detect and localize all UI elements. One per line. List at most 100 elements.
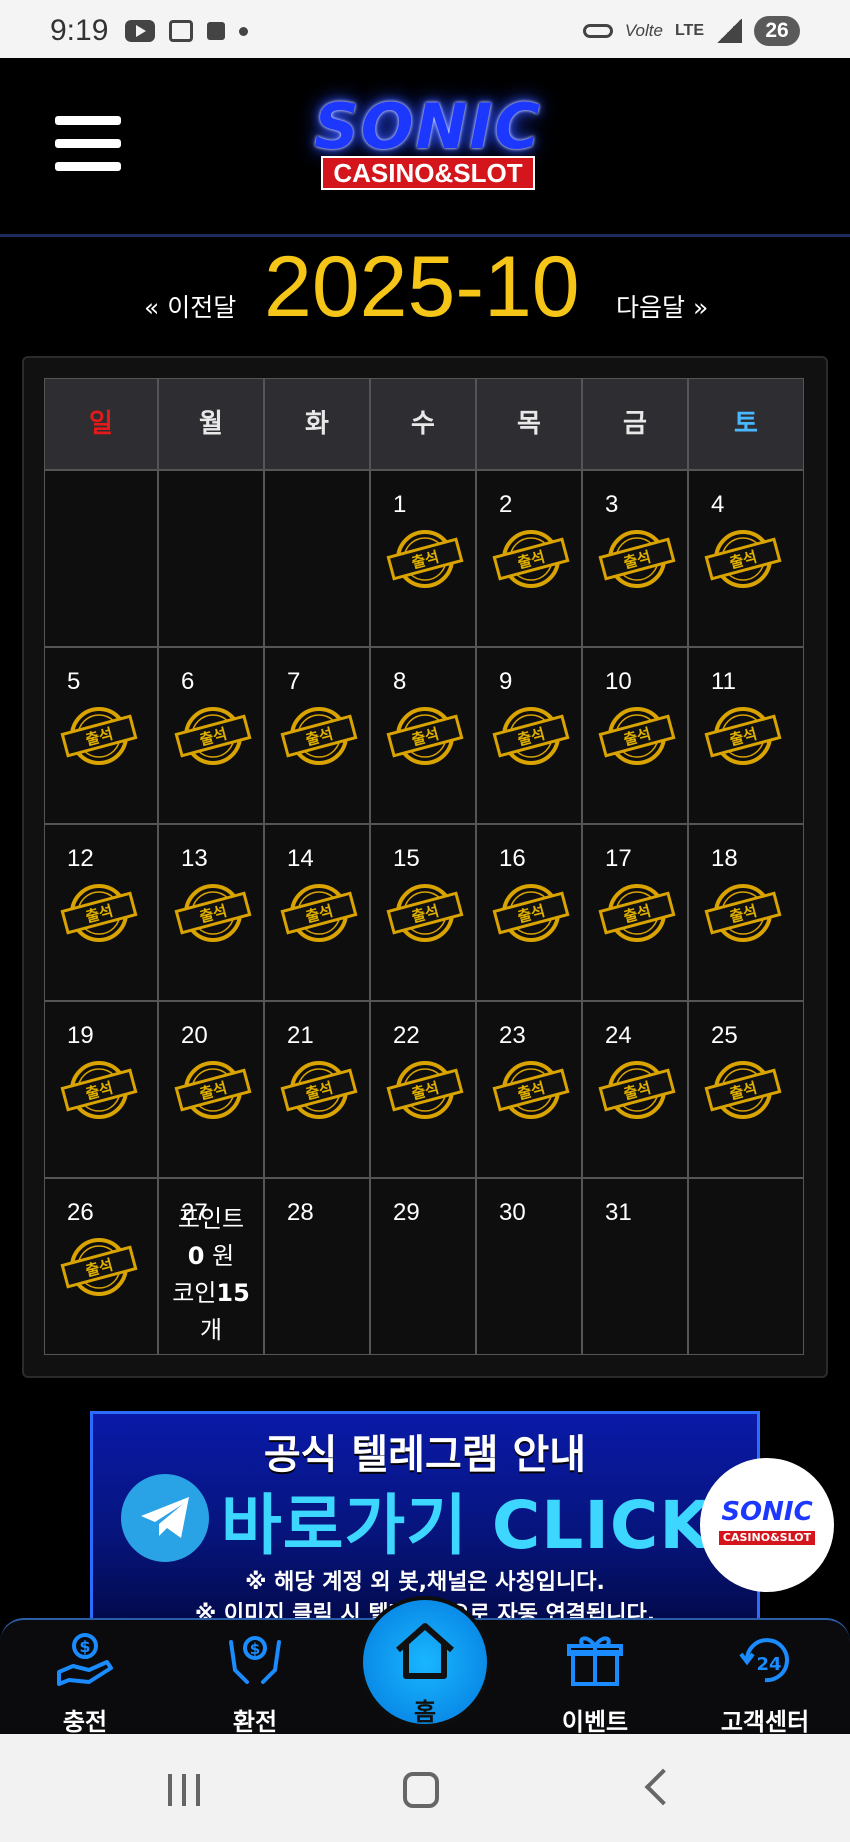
calendar-day-cell: 22 출석 [370, 1001, 476, 1178]
nav-deposit[interactable]: $ 충전 [25, 1632, 145, 1737]
calendar-day-cell: 18 출석 [688, 824, 804, 1001]
deposit-icon: $ [57, 1633, 113, 1686]
system-navigation-bar [0, 1734, 850, 1842]
nav-withdraw[interactable]: $ 환전 [195, 1632, 315, 1737]
day-number: 23 [499, 1022, 526, 1049]
day-number: 5 [67, 668, 81, 695]
attendance-stamp-icon: 출석 [60, 1234, 138, 1300]
calendar-day-cell: 14 출석 [264, 824, 370, 1001]
day-number: 20 [181, 1022, 208, 1049]
day-number: 13 [181, 845, 208, 872]
day-number: 11 [711, 668, 736, 695]
attendance-stamp-icon: 출석 [492, 526, 570, 592]
day-number: 2 [499, 491, 513, 518]
calendar-day-cell: 4 출석 [688, 470, 804, 647]
calendar-day-cell: 25 출석 [688, 1001, 804, 1178]
day-number: 30 [499, 1199, 526, 1226]
calendar-day-cell: 5 출석 [44, 647, 158, 824]
menu-icon[interactable] [55, 116, 121, 172]
points-label: 포인트 [177, 1205, 245, 1233]
calendar-day-cell: 12 출석 [44, 824, 158, 1001]
day-number: 25 [711, 1022, 738, 1049]
calendar-day-cell: 15 출석 [370, 824, 476, 1001]
calendar-day-cell: 11 출석 [688, 647, 804, 824]
status-right-icons: Volte LTE 26 [582, 16, 800, 46]
day-number: 7 [287, 668, 301, 695]
nav-event-label: 이벤트 [561, 1708, 629, 1736]
attendance-stamp-icon: 출석 [598, 526, 676, 592]
status-time: 9:19 [50, 14, 109, 47]
weekday-header: 월 [158, 378, 264, 470]
weekday-header: 토 [688, 378, 804, 470]
calendar-day-cell: 3 출석 [582, 470, 688, 647]
attendance-stamp-icon: 출석 [492, 880, 570, 946]
calendar-day-cell: 26 출석 [44, 1178, 158, 1355]
more-notifications-icon [239, 26, 248, 36]
attendance-stamp-icon: 출석 [60, 703, 138, 769]
logo-main-text: SONIC [314, 90, 542, 163]
attendance-stamp-icon: 출석 [386, 703, 464, 769]
calendar-day-cell: 7 출석 [264, 647, 370, 824]
calendar-day-cell [158, 470, 264, 647]
withdraw-icon: $ [229, 1636, 281, 1684]
status-left-icons [125, 20, 248, 42]
calendar-day-cell: 13 출석 [158, 824, 264, 1001]
nav-home-label: 홈 [413, 1698, 437, 1726]
day-number: 18 [711, 845, 738, 872]
attendance-stamp-icon: 출석 [280, 1057, 358, 1123]
nav-event[interactable]: 이벤트 [535, 1632, 655, 1737]
logo-sub-text: CASINO&SLOT [321, 156, 535, 190]
app-header: SONIC CASINO&SLOT [0, 58, 850, 237]
day-number: 6 [181, 668, 195, 695]
calendar-day-cell: 9 출석 [476, 647, 582, 824]
day-number: 31 [605, 1199, 632, 1226]
points-value: 0 원 [187, 1242, 235, 1270]
recent-apps-icon[interactable] [168, 1774, 204, 1806]
floating-logo-main: SONIC [721, 1497, 813, 1527]
day-number: 14 [287, 845, 314, 872]
day-number: 19 [67, 1022, 94, 1049]
calendar-day-cell: 21 출석 [264, 1001, 370, 1178]
calendar-day-cell: 28 [264, 1178, 370, 1355]
calendar-day-cell: 23 출석 [476, 1001, 582, 1178]
nav-home[interactable]: 홈 [359, 1596, 491, 1728]
day-number: 21 [287, 1022, 314, 1049]
back-icon[interactable] [644, 1768, 682, 1806]
weekday-header: 금 [582, 378, 688, 470]
day-number: 8 [393, 668, 407, 695]
floating-logo-button[interactable]: SONIC CASINO&SLOT [700, 1458, 834, 1592]
attendance-stamp-icon: 출석 [598, 1057, 676, 1123]
notification-icon [207, 22, 225, 40]
svg-text:24: 24 [756, 1654, 781, 1675]
weekday-header: 목 [476, 378, 582, 470]
system-home-icon[interactable] [403, 1772, 439, 1808]
telegram-icon [121, 1474, 209, 1562]
calendar-day-cell [688, 1178, 804, 1355]
calendar-day-cell: 30 [476, 1178, 582, 1355]
attendance-stamp-icon: 출석 [60, 1057, 138, 1123]
prev-month-link[interactable]: « 이전달 [144, 288, 236, 324]
day-number: 26 [67, 1199, 94, 1226]
vpn-key-icon [582, 24, 613, 38]
calendar-day-cell: 16 출석 [476, 824, 582, 1001]
day-number: 1 [393, 491, 407, 518]
nav-support[interactable]: 24 고객센터 [705, 1632, 825, 1737]
telegram-banner[interactable]: 공식 텔레그램 안내 바로가기 CLICK ※ 해당 계정 외 봇,채널은 사칭… [90, 1411, 760, 1626]
floating-logo-sub: CASINO&SLOT [718, 1531, 816, 1545]
lte-label: LTE [674, 22, 704, 39]
svg-text:$: $ [79, 1637, 90, 1656]
next-month-link[interactable]: 다음달 » [616, 288, 708, 324]
site-logo[interactable]: SONIC CASINO&SLOT [286, 94, 570, 194]
day-number: 24 [605, 1022, 632, 1049]
calendar-day-cell: 24 출석 [582, 1001, 688, 1178]
month-navigation: « 이전달 2025-10 다음달 » [0, 238, 850, 338]
support-24-icon: 24 [739, 1638, 789, 1683]
day-number: 12 [67, 845, 94, 872]
attendance-stamp-icon: 출석 [704, 880, 782, 946]
day-number: 15 [393, 845, 420, 872]
attendance-stamp-icon: 출석 [704, 526, 782, 592]
calendar-day-cell: 29 [370, 1178, 476, 1355]
attendance-stamp-icon: 출석 [598, 703, 676, 769]
attendance-stamp-icon: 출석 [704, 703, 782, 769]
attendance-stamp-icon: 출석 [704, 1057, 782, 1123]
